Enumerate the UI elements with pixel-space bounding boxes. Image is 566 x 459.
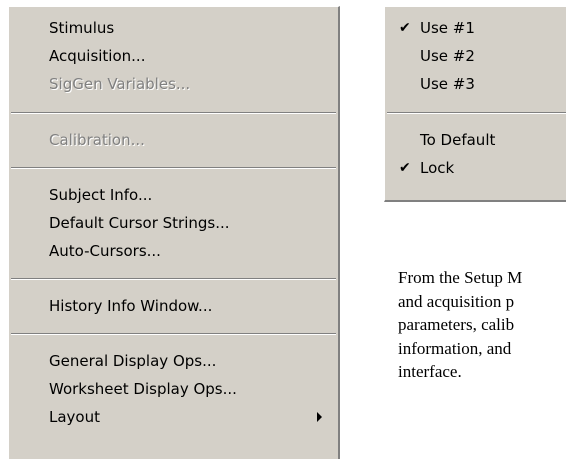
menu-item-use-2[interactable]: Use #2 <box>385 45 566 67</box>
checkmark-icon: ✔ <box>399 20 411 36</box>
menu-item-history-info-window[interactable]: History Info Window... <box>9 295 338 317</box>
menu-item-label: SigGen Variables... <box>49 75 191 93</box>
menu-item-label: Layout <box>49 408 100 426</box>
menu-item-use-1[interactable]: ✔ Use #1 <box>385 17 566 39</box>
description-line: parameters, calib <box>398 315 515 334</box>
menu-item-lock[interactable]: ✔ Lock <box>385 157 566 179</box>
menu-item-label: History Info Window... <box>49 297 213 315</box>
description-line: From the Setup M <box>398 268 523 287</box>
menu-item-worksheet-display-ops[interactable]: Worksheet Display Ops... <box>9 378 338 400</box>
setup-menu: Stimulus Acquisition... SigGen Variables… <box>8 6 340 459</box>
menu-item-calibration: Calibration... <box>9 129 338 151</box>
menu-item-default-cursor-strings[interactable]: Default Cursor Strings... <box>9 212 338 234</box>
checkmark-icon: ✔ <box>399 160 411 176</box>
menu-item-acquisition[interactable]: Acquisition... <box>9 45 338 67</box>
menu-item-general-display-ops[interactable]: General Display Ops... <box>9 350 338 372</box>
submenu-arrow-icon <box>317 412 322 422</box>
menu-item-label: Subject Info... <box>49 186 153 204</box>
use-menu: ✔ Use #1 Use #2 Use #3 To Default ✔ Lock <box>384 6 566 202</box>
description-line: interface. <box>398 362 462 381</box>
menu-item-auto-cursors[interactable]: Auto-Cursors... <box>9 240 338 262</box>
menu-item-siggen-variables: SigGen Variables... <box>9 73 338 95</box>
menu-item-use-3[interactable]: Use #3 <box>385 73 566 95</box>
menu-item-label: Use #1 <box>420 19 475 37</box>
menu-item-stimulus[interactable]: Stimulus <box>9 17 338 39</box>
menu-item-label: Stimulus <box>49 19 115 37</box>
description-line: and acquisition p <box>398 291 515 311</box>
description-text: From the Setup M and acquisition p param… <box>398 266 566 384</box>
description-line: information, and <box>398 338 512 358</box>
menu-item-to-default[interactable]: To Default <box>385 129 566 151</box>
menu-item-subject-info[interactable]: Subject Info... <box>9 184 338 206</box>
menu-item-label: Calibration... <box>49 131 145 149</box>
menu-item-label: Worksheet Display Ops... <box>49 380 237 398</box>
menu-separator <box>11 112 336 114</box>
menu-item-label: Acquisition... <box>49 47 146 65</box>
menu-separator <box>11 333 336 335</box>
menu-item-label: Use #3 <box>420 75 475 93</box>
menu-separator <box>11 167 336 169</box>
menu-item-label: To Default <box>420 131 496 149</box>
menu-item-layout[interactable]: Layout <box>9 406 338 428</box>
menu-item-label: Auto-Cursors... <box>49 242 161 260</box>
menu-item-label: Use #2 <box>420 47 475 65</box>
menu-separator <box>387 112 566 114</box>
menu-item-label: General Display Ops... <box>49 352 217 370</box>
menu-item-label: Default Cursor Strings... <box>49 214 230 232</box>
menu-item-label: Lock <box>420 159 455 177</box>
menu-separator <box>11 278 336 280</box>
